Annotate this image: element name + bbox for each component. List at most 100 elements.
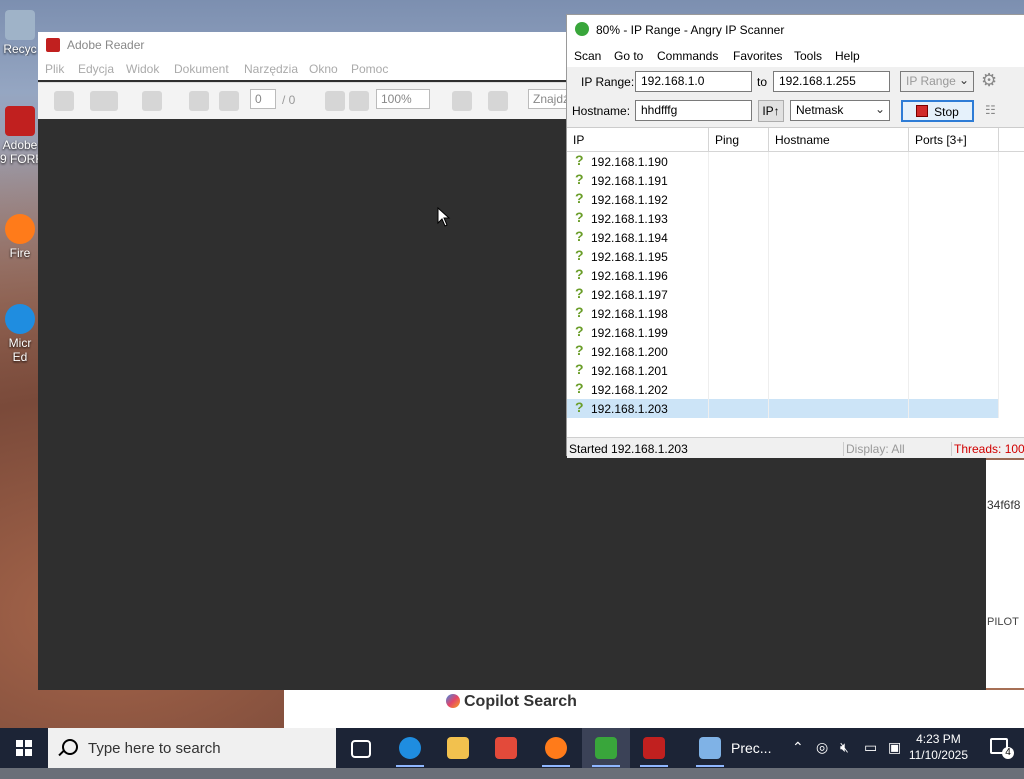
desktop-icon-adobe[interactable]: Adobe 9 FORK bbox=[0, 106, 40, 166]
menu-commands[interactable]: Commands bbox=[657, 49, 718, 63]
edge-icon bbox=[399, 737, 421, 759]
adobe-menu-okno[interactable]: Okno bbox=[309, 62, 338, 76]
row-ip: 192.168.1.198 bbox=[591, 307, 668, 321]
status-threads: Threads: 100 ( bbox=[951, 442, 1024, 456]
menu-help[interactable]: Help bbox=[835, 49, 860, 63]
adobe-menu-widok[interactable]: Widok bbox=[126, 62, 159, 76]
zoom-out-icon[interactable] bbox=[325, 91, 345, 111]
feeder-select[interactable]: IP Range ⌄ bbox=[900, 71, 974, 92]
zoom-in-icon[interactable] bbox=[349, 91, 369, 111]
table-row[interactable]: ? 192.168.1.203 bbox=[567, 399, 999, 418]
column-header-ports[interactable]: Ports [3+] bbox=[909, 128, 999, 152]
task-view-icon bbox=[351, 740, 371, 758]
taskbar-app-angry-ip-scanner[interactable] bbox=[582, 728, 630, 768]
zoom-select[interactable]: 100% bbox=[376, 89, 430, 109]
language-icon[interactable]: ▣ bbox=[888, 739, 901, 779]
taskbar-search-box[interactable]: Type here to search bbox=[48, 728, 336, 768]
menu-goto[interactable]: Go to bbox=[614, 49, 643, 63]
ip-scanner-title-bar[interactable]: 80% - IP Range - Angry IP Scanner bbox=[567, 15, 1024, 45]
copilot-fragment: PILOT bbox=[987, 616, 1019, 628]
unknown-status-icon: ? bbox=[575, 361, 584, 377]
stop-button[interactable]: Stop bbox=[901, 100, 974, 122]
ip-start-input[interactable]: 192.168.1.0 bbox=[635, 71, 752, 92]
columns-icon[interactable]: ☷ bbox=[985, 103, 996, 117]
page-down-icon[interactable] bbox=[219, 91, 239, 111]
table-row[interactable]: ? 192.168.1.196 bbox=[567, 266, 999, 285]
table-row[interactable]: ? 192.168.1.193 bbox=[567, 209, 999, 228]
ip-end-input[interactable]: 192.168.1.255 bbox=[773, 71, 890, 92]
table-row[interactable]: ? 192.168.1.195 bbox=[567, 247, 999, 266]
volume-muted-icon[interactable]: 🔇︎ bbox=[840, 739, 849, 779]
table-row[interactable]: ? 192.168.1.190 bbox=[567, 152, 999, 171]
column-header-ip[interactable]: IP bbox=[567, 128, 709, 152]
table-row[interactable]: ? 192.168.1.197 bbox=[567, 285, 999, 304]
angry-ip-scanner-window: 80% - IP Range - Angry IP Scanner Scan G… bbox=[566, 14, 1024, 458]
find-input[interactable]: Znajdź bbox=[528, 89, 569, 109]
row-ip: 192.168.1.195 bbox=[591, 250, 668, 264]
ip-lookup-button[interactable]: IP↑ bbox=[758, 100, 784, 122]
ip-scanner-status-bar: Started 192.168.1.203 Display: All Threa… bbox=[567, 437, 1024, 458]
adobe-reader-icon bbox=[643, 737, 665, 759]
start-button[interactable] bbox=[0, 728, 48, 768]
taskbar-app-edge[interactable] bbox=[386, 728, 434, 768]
unknown-status-icon: ? bbox=[575, 228, 584, 244]
adobe-menu-narzedzia[interactable]: Narzędzia bbox=[244, 62, 298, 76]
menu-tools[interactable]: Tools bbox=[794, 49, 822, 63]
table-row[interactable]: ? 192.168.1.192 bbox=[567, 190, 999, 209]
weather-label[interactable]: Prec... bbox=[731, 740, 771, 756]
table-row[interactable]: ? 192.168.1.194 bbox=[567, 228, 999, 247]
windows-logo-icon bbox=[16, 740, 32, 756]
meet-now-icon[interactable]: ◎ bbox=[816, 739, 828, 779]
table-row[interactable]: ? 192.168.1.201 bbox=[567, 361, 999, 380]
table-row[interactable]: ? 192.168.1.200 bbox=[567, 342, 999, 361]
page-number-input[interactable]: 0 bbox=[250, 89, 276, 109]
unknown-status-icon: ? bbox=[575, 152, 584, 168]
desktop-icon-recycle-bin[interactable]: Recyc bbox=[0, 10, 40, 56]
column-header-ping[interactable]: Ping bbox=[709, 128, 769, 152]
desktop-icon-firefox[interactable]: Fire bbox=[0, 214, 40, 260]
table-row[interactable]: ? 192.168.1.191 bbox=[567, 171, 999, 190]
desktop-icon-edge[interactable]: Micr Ed bbox=[0, 304, 40, 364]
menu-favorites[interactable]: Favorites bbox=[733, 49, 782, 63]
taskbar-app-file-explorer[interactable] bbox=[434, 728, 482, 768]
network-icon[interactable]: ▭ bbox=[864, 739, 877, 779]
taskbar-app-firefox[interactable] bbox=[532, 728, 580, 768]
table-row[interactable]: ? 192.168.1.202 bbox=[567, 380, 999, 399]
taskbar-app-adobe-reader[interactable] bbox=[630, 728, 678, 768]
adobe-menu-plik[interactable]: Plik bbox=[45, 62, 64, 76]
taskbar: Type here to search Prec... ⌃ ◎ 🔇︎ ▭ ▣ 4… bbox=[0, 728, 1024, 768]
row-ip: 192.168.1.192 bbox=[591, 193, 668, 207]
gear-icon[interactable]: ⚙ bbox=[981, 70, 997, 91]
column-header-hostname[interactable]: Hostname bbox=[769, 128, 909, 152]
status-display[interactable]: Display: All bbox=[843, 442, 950, 456]
netmask-select[interactable]: Netmask ⌄ bbox=[790, 100, 890, 121]
fullscreen-icon[interactable] bbox=[488, 91, 508, 111]
search-placeholder: Type here to search bbox=[88, 740, 221, 757]
adobe-menu-pomoc[interactable]: Pomoc bbox=[351, 62, 388, 76]
taskbar-clock[interactable]: 4:23 PM 11/10/2025 bbox=[909, 731, 968, 763]
row-ip: 192.168.1.200 bbox=[591, 345, 668, 359]
adobe-menu-dokument[interactable]: Dokument bbox=[174, 62, 229, 76]
comment-icon[interactable] bbox=[142, 91, 162, 111]
chevron-up-icon[interactable]: ⌃ bbox=[792, 739, 804, 779]
copilot-search[interactable]: Copilot Search bbox=[446, 693, 577, 711]
table-row[interactable]: ? 192.168.1.198 bbox=[567, 304, 999, 323]
share-icon[interactable] bbox=[90, 91, 118, 111]
menu-scan[interactable]: Scan bbox=[574, 49, 601, 63]
browser-window-fragment: 34f6f8 PILOT bbox=[984, 460, 1024, 688]
print-icon[interactable] bbox=[54, 91, 74, 111]
hostname-input[interactable]: hhdfffg bbox=[635, 100, 752, 121]
page-up-icon[interactable] bbox=[189, 91, 209, 111]
row-ip: 192.168.1.199 bbox=[591, 326, 668, 340]
unknown-status-icon: ? bbox=[575, 285, 584, 301]
fit-page-icon[interactable] bbox=[452, 91, 472, 111]
taskbar-app-store[interactable] bbox=[482, 728, 530, 768]
taskbar-app-task-view[interactable] bbox=[336, 728, 384, 768]
unknown-status-icon: ? bbox=[575, 171, 584, 187]
table-row[interactable]: ? 192.168.1.199 bbox=[567, 323, 999, 342]
unknown-status-icon: ? bbox=[575, 304, 584, 320]
hash-fragment: 34f6f8 bbox=[987, 498, 1021, 512]
adobe-menu-edycja[interactable]: Edycja bbox=[78, 62, 114, 76]
taskbar-app-weather[interactable] bbox=[686, 728, 734, 768]
file-explorer-icon bbox=[447, 737, 469, 759]
